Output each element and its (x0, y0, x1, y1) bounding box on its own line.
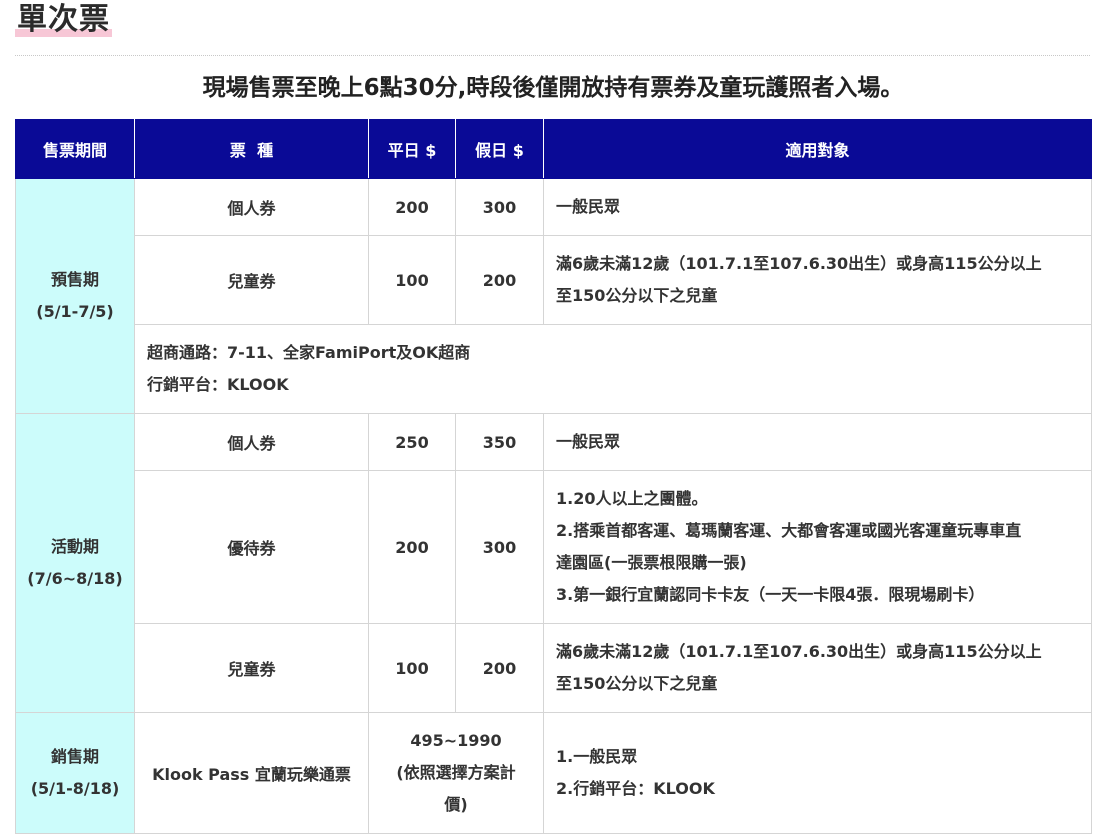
target-line: 滿6歲未滿12歲（101.7.1至107.6.30出生）或身高115公分以上 (556, 642, 1042, 661)
target-cell: 滿6歲未滿12歲（101.7.1至107.6.30出生）或身高115公分以上 至… (543, 623, 1092, 713)
header-holiday-price: 假日 $ (455, 119, 544, 179)
table-header-row: 售票期間 票 種 平日 $ 假日 $ 適用對象 (15, 119, 1092, 179)
dotted-divider (15, 55, 1090, 56)
target-line: 2.搭乘首都客運、葛瑪蘭客運、大都會客運或國光客運童玩專車直 (556, 521, 1022, 540)
ticket-type: 個人券 (134, 413, 369, 471)
note-line: 行銷平台：KLOOK (147, 375, 289, 394)
price-line: 495~1990 (410, 731, 502, 750)
target-line: 至150公分以下之兒童 (556, 286, 718, 305)
table-row: 銷售期 (5/1-8/18) Klook Pass 宜蘭玩樂通票 495~199… (15, 712, 1092, 834)
target-line: 滿6歲未滿12歲（101.7.1至107.6.30出生）或身高115公分以上 (556, 254, 1042, 273)
header-period: 售票期間 (15, 119, 135, 179)
weekday-price: 200 (368, 470, 456, 624)
period-cell-presale: 預售期 (5/1-7/5) (15, 178, 135, 414)
note-line: 超商通路：7-11、全家FamiPort及OK超商 (147, 343, 471, 362)
notice-banner: 現場售票至晚上6點30分,時段後僅開放持有票券及童玩護照者入場。 (202, 75, 904, 101)
weekday-price: 200 (368, 178, 456, 236)
ticket-type: 兒童券 (134, 623, 369, 713)
ticket-type: 兒童券 (134, 235, 369, 325)
target-line: 1.一般民眾 (556, 747, 638, 766)
target-cell: 1.20人以上之團體。 2.搭乘首都客運、葛瑪蘭客運、大都會客運或國光客運童玩專… (543, 470, 1092, 624)
period-dates: (7/6~8/18) (27, 569, 123, 588)
presale-channels-note: 超商通路：7-11、全家FamiPort及OK超商 行銷平台：KLOOK (134, 324, 1092, 414)
section-title: 單次票 (15, 0, 112, 40)
holiday-price: 200 (455, 623, 544, 713)
weekday-price: 100 (368, 235, 456, 325)
price-cell: 495~1990 (依照選擇方案計 價) (368, 712, 544, 834)
target-line: 達園區(一張票根限購一張) (556, 553, 747, 572)
header-weekday-price: 平日 $ (368, 119, 456, 179)
table-row: 預售期 (5/1-7/5) 個人券 200 300 一般民眾 (15, 178, 1092, 414)
target-line: 1.20人以上之團體。 (556, 489, 708, 508)
weekday-price: 250 (368, 413, 456, 471)
holiday-price: 300 (455, 178, 544, 236)
period-name: 銷售期 (50, 747, 99, 766)
weekday-price: 100 (368, 623, 456, 713)
target-cell: 一般民眾 (543, 413, 1092, 471)
holiday-price: 350 (455, 413, 544, 471)
target-line: 3.第一銀行宜蘭認同卡卡友（一天一卡限4張．限現場刷卡） (556, 585, 985, 604)
target-line: 一般民眾 (556, 432, 621, 451)
table-row: 優待券 200 300 1.20人以上之團體。 2.搭乘首都客運、葛瑪蘭客運、大… (16, 470, 1092, 624)
ticket-table: 售票期間 票 種 平日 $ 假日 $ 適用對象 預售期 (5/1-7/5) 個人… (15, 119, 1092, 834)
period-cell-sale: 銷售期 (5/1-8/18) (15, 712, 135, 834)
period-cell-event: 活動期 (7/6~8/18) (15, 413, 135, 713)
period-name: 活動期 (50, 537, 99, 556)
target-line: 至150公分以下之兒童 (556, 674, 718, 693)
target-cell: 1.一般民眾 2.行銷平台：KLOOK (543, 712, 1092, 834)
holiday-price: 300 (455, 470, 544, 624)
target-cell: 滿6歲未滿12歲（101.7.1至107.6.30出生）或身高115公分以上 至… (543, 235, 1092, 325)
target-line: 一般民眾 (556, 197, 621, 216)
header-target: 適用對象 (543, 119, 1092, 179)
price-line: (依照選擇方案計 (396, 763, 516, 782)
table-row: 活動期 (7/6~8/18) 個人券 250 350 一般民眾 (15, 413, 1092, 713)
period-dates: (5/1-7/5) (36, 302, 114, 321)
table-row: 兒童券 100 200 滿6歲未滿12歲（101.7.1至107.6.30出生）… (16, 235, 1092, 325)
target-cell: 一般民眾 (543, 178, 1092, 236)
period-name: 預售期 (50, 270, 99, 289)
header-ticket-type: 票 種 (134, 119, 369, 179)
ticket-type: 優待券 (134, 470, 369, 624)
period-dates: (5/1-8/18) (30, 779, 120, 798)
table-row: 兒童券 100 200 滿6歲未滿12歲（101.7.1至107.6.30出生）… (16, 623, 1092, 713)
page: 單次票 現場售票至晚上6點30分,時段後僅開放持有票券及童玩護照者入場。 售票期… (0, 0, 1102, 834)
table-row: 超商通路：7-11、全家FamiPort及OK超商 行銷平台：KLOOK (16, 324, 1092, 414)
ticket-type: 個人券 (134, 178, 369, 236)
holiday-price: 200 (455, 235, 544, 325)
target-line: 2.行銷平台：KLOOK (556, 779, 715, 798)
ticket-type: Klook Pass 宜蘭玩樂通票 (134, 712, 369, 834)
price-line: 價) (444, 795, 468, 814)
